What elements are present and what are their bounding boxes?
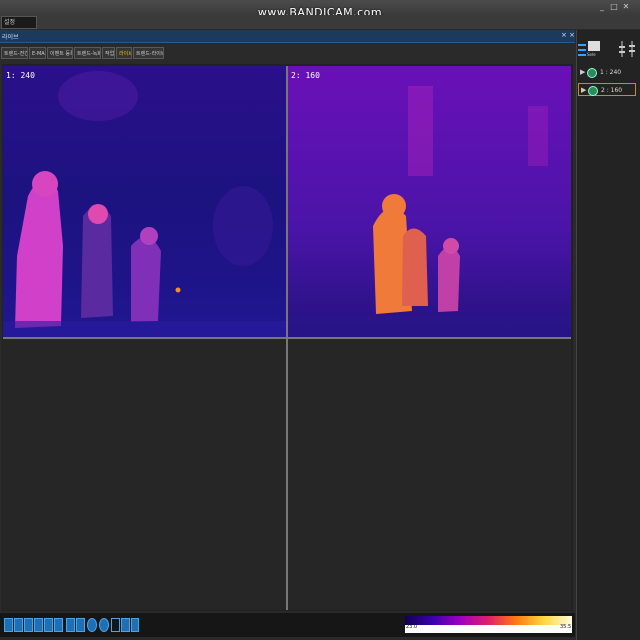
window-controls: _ □ ✕ [596,2,636,12]
adjust-icon-2[interactable] [629,41,635,57]
camera-list-item[interactable]: ▶ 1 : 240 [578,66,636,79]
minimize-button[interactable]: _ [596,2,608,11]
video-cell-4[interactable] [288,339,571,610]
settings-icon[interactable] [99,618,109,632]
adjust-icon[interactable] [619,41,625,57]
close-button[interactable]: ✕ [620,2,632,11]
layout-5x5-icon[interactable] [44,618,53,632]
move-icon[interactable] [111,618,120,632]
expand-arrow-icon[interactable]: ▶ [581,84,586,97]
camera-list-label: 1 : 240 [600,69,622,76]
colorbar-gradient [405,616,572,625]
camera-sidebar [576,30,640,640]
select-camera-label: Sele [587,52,596,57]
prev-icon[interactable] [66,618,75,632]
camera-list-item-selected[interactable]: ▶ 2 : 160 [578,83,636,96]
video-cell-1[interactable]: 1: 240 [3,66,286,337]
grid-divider-horizontal [3,337,571,339]
thermal-image-2 [288,66,571,337]
tab-event-register[interactable]: 이벤트 등록 [47,47,73,59]
menu-bar [0,15,640,29]
panel-close-icon[interactable]: × × [561,31,575,39]
camera-status-icon [588,85,598,96]
camera-status-icon [587,67,597,78]
snapshot-icon[interactable] [87,618,97,632]
camera-label-2: 2: 160 [291,71,320,80]
expand-arrow-icon[interactable]: ▶ [580,66,585,79]
tab-trend-record[interactable]: 트렌드-녹화 [74,47,101,59]
colorbar-max-label: 35.5 [560,624,572,630]
maximize-button[interactable]: □ [608,2,620,11]
panel-title: 라이브 [2,34,19,41]
colorbar-min-label: 23.0 [406,624,418,630]
camera-list-label: 2 : 160 [601,87,623,94]
layout-1x1-icon[interactable] [4,618,13,632]
list-icon[interactable] [131,618,139,632]
menu-settings[interactable]: 설정 [1,16,37,29]
next-icon[interactable] [76,618,85,632]
tab-task[interactable]: 작업 [102,47,115,59]
thermal-image-1 [3,66,286,337]
layout-6x6-icon[interactable] [54,618,63,632]
layout-2x2-icon[interactable] [14,618,23,632]
layout-4x4-icon[interactable] [34,618,43,632]
video-cell-2[interactable]: 2: 160 [288,66,571,337]
tab-live[interactable]: 라이브 [116,47,132,59]
tab-trend-period[interactable]: 트렌드-전간 [1,47,28,59]
tab-trend-live[interactable]: 트렌드-라이브 [133,47,164,59]
select-camera-icon[interactable] [588,41,600,51]
layout-3x3-icon[interactable] [24,618,33,632]
camera-label-1: 1: 240 [6,71,35,80]
panel-header [0,30,575,43]
list-icon[interactable] [578,43,586,57]
export-icon[interactable] [121,618,130,632]
tab-emap[interactable]: E-MAP [29,47,46,59]
video-cell-3[interactable] [3,339,286,610]
colorbar-track[interactable] [405,625,572,633]
